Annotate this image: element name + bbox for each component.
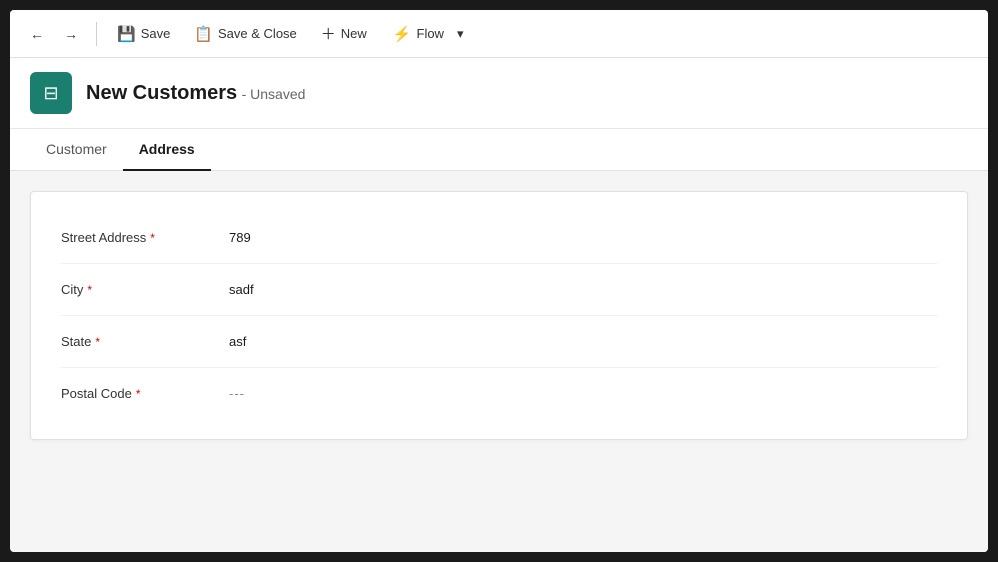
main-content: Street Address* 789 City* sadf State* as… <box>10 171 988 552</box>
label-state: State* <box>61 334 221 349</box>
save-close-label: Save & Close <box>218 26 297 41</box>
record-title-area: New Customers - Unsaved <box>86 82 305 105</box>
new-label: New <box>341 26 367 41</box>
tab-customer[interactable]: Customer <box>30 129 123 171</box>
record-title: New Customers <box>86 82 237 104</box>
new-icon: ＋ <box>321 23 336 44</box>
value-street-address[interactable]: 789 <box>221 226 421 249</box>
toolbar: ← → 💾 Save 📋 Save & Close ＋ New ⚡ Flow ▾ <box>10 10 988 58</box>
forward-icon: → <box>64 26 78 42</box>
tab-address[interactable]: Address <box>123 129 211 171</box>
save-close-icon: 📋 <box>194 25 213 43</box>
back-button[interactable]: ← <box>22 19 52 49</box>
new-button[interactable]: ＋ New <box>311 18 377 49</box>
save-close-button[interactable]: 📋 Save & Close <box>184 20 306 48</box>
required-star-street: * <box>150 231 155 245</box>
flow-chevron-button[interactable]: ▾ <box>453 21 468 47</box>
flow-button-group: ⚡ Flow ▾ <box>381 15 476 53</box>
field-postal-code: Postal Code* --- <box>61 368 937 419</box>
value-postal-code[interactable]: --- <box>221 382 421 405</box>
flow-icon: ⚡ <box>393 25 412 43</box>
flow-label: Flow <box>417 26 444 41</box>
back-icon: ← <box>30 26 44 42</box>
record-icon: ⊟ <box>30 72 72 114</box>
tab-bar: Customer Address <box>10 129 988 171</box>
field-street-address: Street Address* 789 <box>61 212 937 264</box>
field-state: State* asf <box>61 316 937 368</box>
label-city: City* <box>61 282 221 297</box>
save-label: Save <box>141 26 171 41</box>
app-window: ← → 💾 Save 📋 Save & Close ＋ New ⚡ Flow ▾ <box>10 10 988 552</box>
required-star-state: * <box>95 335 100 349</box>
flow-button[interactable]: ⚡ Flow <box>389 20 448 48</box>
chevron-down-icon: ▾ <box>457 26 464 42</box>
required-star-city: * <box>87 283 92 297</box>
record-icon-symbol: ⊟ <box>43 83 58 104</box>
label-postal-code: Postal Code* <box>61 386 221 401</box>
save-button[interactable]: 💾 Save <box>107 20 180 48</box>
page-header: ⊟ New Customers - Unsaved <box>10 58 988 129</box>
save-icon: 💾 <box>117 25 136 43</box>
required-star-postal: * <box>136 387 141 401</box>
forward-button[interactable]: → <box>56 19 86 49</box>
record-status: - Unsaved <box>242 86 306 102</box>
value-state[interactable]: asf <box>221 330 421 353</box>
field-city: City* sadf <box>61 264 937 316</box>
value-city[interactable]: sadf <box>221 278 421 301</box>
form-card: Street Address* 789 City* sadf State* as… <box>30 191 968 440</box>
toolbar-divider <box>96 22 97 46</box>
label-street-address: Street Address* <box>61 230 221 245</box>
